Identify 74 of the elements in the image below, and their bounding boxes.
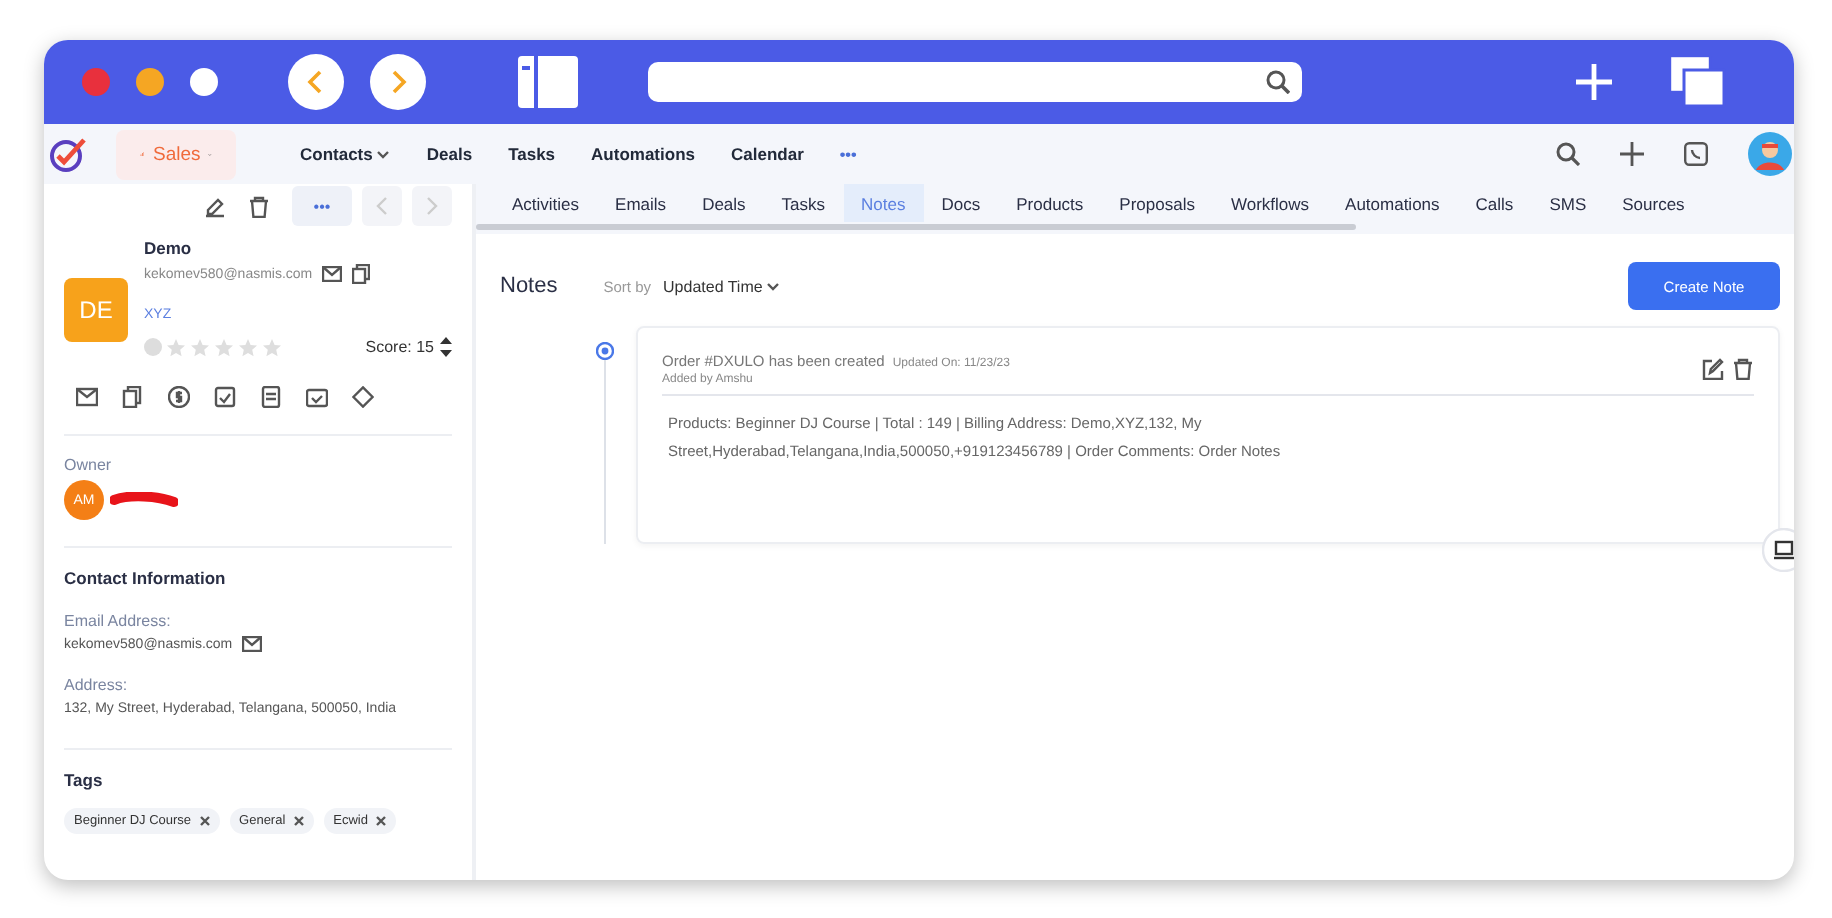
caret-icon: [376, 149, 391, 159]
dollar-icon[interactable]: [168, 386, 190, 408]
copy-icon[interactable]: [122, 386, 144, 408]
more-button[interactable]: •••: [292, 186, 352, 226]
star-icon: [214, 337, 234, 357]
star-icon: [262, 337, 282, 357]
copy-icon[interactable]: [352, 264, 371, 284]
tab[interactable]: Automations: [1327, 184, 1458, 222]
phone-icon[interactable]: [1684, 142, 1708, 166]
status-icon: [144, 338, 162, 356]
caret-icon: [766, 281, 781, 291]
tab[interactable]: Deals: [684, 184, 764, 222]
sidebar-icon[interactable]: [518, 56, 578, 108]
windows-icon[interactable]: [1670, 56, 1726, 108]
tab[interactable]: Proposals: [1101, 184, 1213, 222]
tab[interactable]: Tasks: [763, 184, 844, 222]
score-label: Score: 15: [365, 338, 434, 356]
star-icon: [190, 337, 210, 357]
tab[interactable]: Activities: [494, 184, 598, 222]
close-icon[interactable]: [376, 816, 386, 827]
field-label: Owner: [64, 456, 114, 474]
section-title: Contact Information: [64, 568, 228, 588]
contact-avatar: DE: [64, 278, 128, 342]
search-field[interactable]: [648, 62, 1302, 102]
nav-item[interactable]: Deals: [426, 144, 473, 164]
tab[interactable]: Products: [998, 184, 1102, 222]
check-icon[interactable]: [306, 386, 328, 408]
redaction-mark: [110, 492, 178, 508]
chat-icon[interactable]: [1762, 528, 1794, 572]
user-avatar[interactable]: [1748, 132, 1792, 176]
edit-icon[interactable]: [204, 195, 226, 217]
window-control-dot: [82, 68, 110, 96]
contact-name: Demo: [144, 238, 194, 258]
tab[interactable]: Emails: [597, 184, 685, 222]
mail-icon[interactable]: [242, 636, 263, 652]
close-icon[interactable]: [293, 816, 304, 827]
window-control-dot: [190, 68, 218, 96]
sort-dropdown[interactable]: Updated Time: [663, 277, 781, 295]
tab[interactable]: SMS: [1531, 184, 1605, 222]
mail-icon[interactable]: [322, 266, 343, 282]
section-title: Tags: [64, 770, 105, 791]
search-icon[interactable]: [1266, 70, 1290, 94]
timeline-dot-icon: [596, 342, 614, 360]
search-icon[interactable]: [1556, 142, 1580, 166]
mail-icon[interactable]: [76, 386, 98, 408]
trash-icon[interactable]: [248, 195, 270, 217]
stepper-icon[interactable]: [440, 336, 452, 358]
back-button[interactable]: [288, 54, 344, 110]
tab[interactable]: Calls: [1457, 184, 1532, 222]
star-icon: [238, 337, 258, 357]
edit-icon[interactable]: [1702, 358, 1724, 380]
more-menu[interactable]: •••: [839, 145, 857, 163]
close-icon[interactable]: [199, 816, 210, 827]
scrollbar-thumb[interactable]: [476, 224, 1356, 230]
task-icon[interactable]: [214, 386, 236, 408]
nav-item[interactable]: Calendar: [731, 144, 804, 164]
nav-item[interactable]: Contacts: [300, 144, 391, 164]
section-title: Notes: [500, 274, 558, 298]
field-label: Email Address:: [64, 612, 173, 630]
nav-item[interactable]: Tasks: [508, 144, 556, 164]
window-control-dot: [136, 68, 164, 96]
star-icon: [166, 337, 186, 357]
trash-icon[interactable]: [1732, 358, 1754, 380]
tag-icon[interactable]: [352, 386, 374, 408]
tab[interactable]: Sources: [1604, 184, 1703, 222]
forward-button[interactable]: [370, 54, 426, 110]
tab[interactable]: Workflows: [1212, 184, 1328, 222]
note-icon[interactable]: [260, 386, 282, 408]
tab[interactable]: Docs: [923, 184, 999, 222]
logo-icon: [48, 134, 88, 174]
plus-icon[interactable]: [1620, 142, 1644, 166]
field-label: Address:: [64, 676, 130, 694]
nav-item[interactable]: Automations: [591, 144, 695, 164]
star-rating[interactable]: [144, 337, 282, 357]
